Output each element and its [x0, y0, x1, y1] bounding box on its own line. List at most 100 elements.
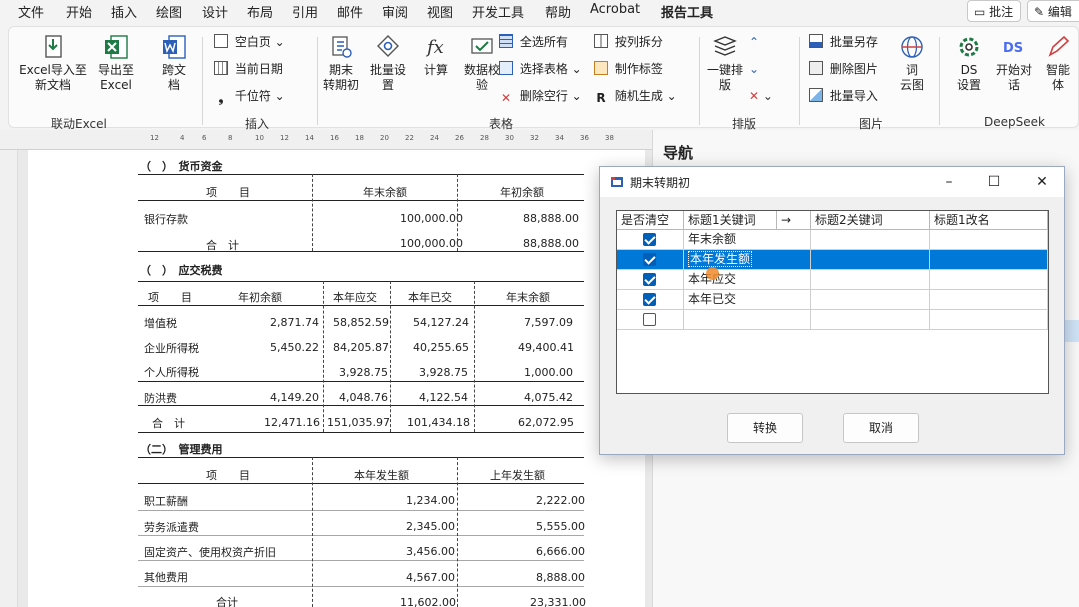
split-by-column-button[interactable]: 按列拆分: [594, 33, 663, 51]
menu-draw[interactable]: 绘图: [156, 2, 182, 21]
column-header-clear[interactable]: 是否清空: [617, 211, 684, 230]
globe-icon: [901, 36, 923, 58]
pencil-icon: ✎: [1034, 5, 1045, 19]
select-table-button[interactable]: 选择表格 ⌄: [499, 60, 582, 78]
delete-images-button[interactable]: 删除图片: [809, 60, 878, 78]
table-cell: 62,072.95: [518, 416, 574, 429]
move-down-button[interactable]: ⌄: [749, 60, 759, 78]
menu-review[interactable]: 审阅: [382, 2, 408, 21]
comment-button-label: 批注: [989, 5, 1014, 19]
grid-cell-rename[interactable]: [930, 250, 1048, 270]
grid-cell-rename[interactable]: [930, 270, 1048, 290]
convert-button[interactable]: 转换: [727, 413, 803, 443]
grid-cell-keyword2[interactable]: [811, 270, 930, 290]
split-by-column-label: 按列拆分: [614, 35, 663, 49]
current-date-button[interactable]: 当前日期: [214, 60, 283, 78]
batch-save-as-button[interactable]: 批量另存: [809, 33, 878, 51]
document-page[interactable]: （ ） 货币资金 项 目 年末余额 年初余额 银行存款 100,000.00 8…: [28, 150, 645, 607]
move-up-button[interactable]: ⌃: [749, 33, 759, 51]
grid-cell-keyword2[interactable]: [811, 310, 930, 330]
menu-insert[interactable]: 插入: [111, 2, 137, 21]
table-cell: 2,222.00: [536, 494, 585, 507]
thousand-separator-button[interactable]: ❟ 千位符 ⌄: [214, 87, 285, 105]
blank-page-button[interactable]: 空白页 ⌄: [214, 33, 285, 51]
maximize-button[interactable]: ☐: [982, 171, 1006, 193]
menu-report-tools[interactable]: 报告工具: [661, 2, 714, 24]
grid-cell-clear[interactable]: [617, 250, 684, 270]
excel-import-button[interactable]: Excel导入至 新文档: [17, 33, 89, 93]
horizontal-ruler[interactable]: 12 4 6 8 10 12 14 16 18 20 22 24 26 28 3…: [0, 130, 655, 150]
menu-help[interactable]: 帮助: [545, 2, 571, 21]
export-excel-label: 导出至 Excel: [97, 63, 134, 92]
scrollbar-thumb[interactable]: [1065, 320, 1079, 342]
menu-mailings[interactable]: 邮件: [337, 2, 363, 21]
menu-acrobat[interactable]: Acrobat: [590, 2, 640, 17]
column-header-keyword1[interactable]: 标题1关键词: [684, 211, 777, 230]
grid-row[interactable]: 本年应交: [617, 270, 1048, 290]
period-convert-icon: [332, 36, 352, 58]
make-label-button[interactable]: 制作标签: [594, 60, 663, 78]
dialog-titlebar[interactable]: 期末转期初 – ☐ ✕: [600, 167, 1064, 197]
clear-checkbox[interactable]: [643, 313, 656, 326]
grid-cell-clear[interactable]: [617, 230, 684, 250]
one-key-layout-button[interactable]: 一键排 版: [703, 33, 747, 93]
menu-references[interactable]: 引用: [292, 2, 318, 21]
grid-cell-keyword2[interactable]: [811, 250, 930, 270]
grid-cell-rename[interactable]: [930, 290, 1048, 310]
grid-cell-rename[interactable]: [930, 230, 1048, 250]
grid-row-selected[interactable]: 本年发生额: [617, 250, 1048, 270]
agent-button[interactable]: 智能 体: [1039, 33, 1077, 93]
grid-cell-clear[interactable]: [617, 270, 684, 290]
grid-cell-keyword2[interactable]: [811, 230, 930, 250]
batch-settings-button[interactable]: 批量设 置: [366, 33, 410, 93]
column-header-keyword2[interactable]: 标题2关键词: [811, 211, 930, 230]
menu-developer[interactable]: 开发工具: [472, 2, 524, 21]
cross-document-button[interactable]: 跨文 档: [154, 33, 194, 93]
clear-checkbox[interactable]: [643, 233, 656, 246]
grid-cell-keyword2[interactable]: [811, 290, 930, 310]
grid-cell-keyword1[interactable]: 年末余额: [684, 230, 811, 250]
menu-file[interactable]: 文件: [18, 2, 44, 21]
column-header-arrow[interactable]: →: [777, 211, 811, 230]
excel-icon: [105, 35, 128, 59]
clear-checkbox[interactable]: [643, 293, 656, 306]
menu-layout[interactable]: 布局: [247, 2, 273, 21]
wordcloud-button[interactable]: 词 云图: [894, 33, 930, 93]
grid-row-new[interactable]: [617, 310, 1048, 330]
grid-cell-keyword1[interactable]: 本年发生额: [684, 250, 811, 270]
clear-checkbox[interactable]: [643, 253, 656, 266]
grid-cell-rename[interactable]: [930, 310, 1048, 330]
menu-home[interactable]: 开始: [66, 2, 92, 21]
grid-cell-keyword1[interactable]: 本年应交: [684, 270, 811, 290]
agent-label: 智能 体: [1045, 63, 1070, 92]
grid-row[interactable]: 年末余额: [617, 230, 1048, 250]
comment-button[interactable]: ▭ 批注: [967, 0, 1021, 22]
select-all-button[interactable]: 全选所有: [499, 33, 568, 51]
grid-cell-clear[interactable]: [617, 310, 684, 330]
grid-cell-keyword1[interactable]: [684, 310, 811, 330]
table-header: 本年已交: [408, 291, 452, 304]
clear-format-button[interactable]: ✕ ⌄: [749, 87, 773, 105]
keyword-grid[interactable]: 是否清空 标题1关键词 → 标题2关键词 标题1改名 年末余额 本年发生额 本年…: [616, 210, 1049, 394]
calculate-button[interactable]: fx 计算: [417, 33, 455, 78]
minimize-button[interactable]: –: [937, 171, 961, 193]
batch-import-button[interactable]: 批量导入: [809, 87, 878, 105]
column-header-rename[interactable]: 标题1改名: [930, 211, 1048, 230]
vertical-ruler[interactable]: [0, 150, 18, 607]
ds-settings-button[interactable]: DS 设置: [949, 33, 989, 93]
grid-cell-keyword1[interactable]: 本年已交: [684, 290, 811, 310]
grid-cell-clear[interactable]: [617, 290, 684, 310]
cancel-button[interactable]: 取消: [843, 413, 919, 443]
menu-view[interactable]: 视图: [427, 2, 453, 21]
random-generate-button[interactable]: R 随机生成 ⌄: [594, 87, 676, 105]
close-button[interactable]: ✕: [1030, 171, 1054, 193]
export-excel-button[interactable]: 导出至 Excel: [91, 33, 141, 93]
edit-button[interactable]: ✎ 编辑: [1027, 0, 1079, 22]
start-chat-button[interactable]: DS 开始对 话: [993, 33, 1035, 93]
clear-checkbox[interactable]: [643, 273, 656, 286]
grid-row[interactable]: 本年已交: [617, 290, 1048, 310]
excel-import-label: Excel导入至 新文档: [19, 63, 87, 92]
menu-design[interactable]: 设计: [202, 2, 228, 21]
delete-empty-rows-button[interactable]: ✕ 删除空行 ⌄: [499, 87, 582, 105]
period-convert-button[interactable]: 期末 转期初: [321, 33, 361, 93]
